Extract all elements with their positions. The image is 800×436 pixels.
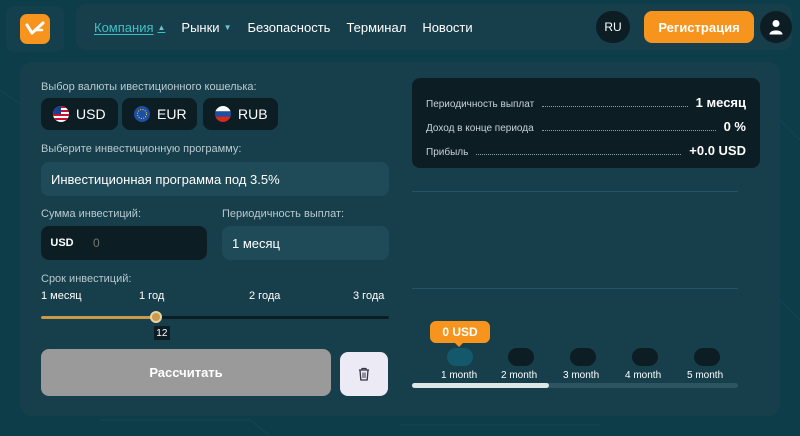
- chart-gridline: [412, 288, 738, 289]
- nav-item-label: Новости: [422, 19, 473, 35]
- dropdown-arrow-icon: ▲: [157, 22, 166, 32]
- summary-value: 0 %: [723, 119, 746, 134]
- dotted-leader: [542, 106, 688, 107]
- currency-label: Выбор валюты ивестиционного кошелька:: [41, 81, 257, 93]
- chart-bar[interactable]: [447, 348, 473, 366]
- nav-menu: Компания ▲ Рынки ▼ Безопасность Терминал…: [94, 20, 489, 35]
- nav-item-terminal[interactable]: Терминал: [346, 20, 406, 35]
- nav-item-label: Рынки: [181, 19, 220, 35]
- us-flag-icon: [53, 106, 69, 122]
- summary-row: Прибыль +0.0 USD: [426, 140, 746, 158]
- chart-x-label: 5 month: [687, 370, 724, 381]
- term-tick: 1 год: [139, 290, 165, 302]
- nav-item-company[interactable]: Компания ▲: [94, 20, 165, 35]
- user-icon: [769, 20, 783, 35]
- nav-item-security[interactable]: Безопасность: [248, 20, 331, 35]
- logo-container[interactable]: [6, 6, 64, 52]
- chart-bar[interactable]: [632, 348, 658, 366]
- term-slider-thumb[interactable]: [149, 311, 162, 323]
- summary-label: Доход в конце периода: [426, 123, 534, 134]
- chart-x-label: 2 month: [501, 370, 538, 381]
- chart-bar[interactable]: [570, 348, 596, 366]
- trash-icon: [359, 367, 369, 381]
- program-select[interactable]: Инвестиционная программа под 3.5%: [41, 162, 389, 196]
- term-slider-track[interactable]: [41, 316, 389, 319]
- amount-label: Сумма инвестиций:: [41, 208, 142, 220]
- top-navigation: Компания ▲ Рынки ▼ Безопасность Терминал…: [76, 4, 792, 50]
- term-slider-value: 12: [153, 326, 170, 340]
- dropdown-arrow-icon: ▼: [223, 22, 232, 32]
- currency-code: USD: [76, 106, 106, 122]
- ru-flag-icon: [215, 106, 231, 122]
- amount-currency-tag: USD: [41, 226, 83, 260]
- investment-calculator: Выбор валюты ивестиционного кошелька: US…: [20, 62, 780, 416]
- nav-item-label: Компания: [94, 19, 154, 35]
- chart-x-label: 1 month: [441, 370, 478, 381]
- term-tick: 2 года: [249, 290, 281, 302]
- nav-item-label: Терминал: [346, 19, 407, 35]
- program-value: Инвестиционная программа под 3.5%: [51, 171, 280, 187]
- eu-flag-icon: [134, 106, 150, 122]
- chart-gridline: [412, 191, 738, 192]
- summary-value: 1 месяц: [695, 95, 746, 110]
- language-switcher[interactable]: RU: [596, 11, 630, 43]
- period-label: Периодичность выплат:: [222, 208, 345, 220]
- dotted-leader: [476, 154, 682, 155]
- currency-usd-button[interactable]: USD: [41, 98, 118, 130]
- currency-rub-button[interactable]: RUB: [203, 98, 278, 130]
- summary-row: Периодичность выплат 1 месяц: [426, 92, 746, 110]
- program-label: Выберите инвестиционную программу:: [41, 143, 242, 155]
- user-account-button[interactable]: [760, 11, 792, 43]
- summary-label: Прибыль: [426, 147, 469, 158]
- nav-item-news[interactable]: Новости: [422, 20, 472, 35]
- currency-eur-button[interactable]: EUR: [122, 98, 197, 130]
- summary-row: Доход в конце периода 0 %: [426, 116, 746, 134]
- calculation-summary: Периодичность выплат 1 месяц Доход в кон…: [412, 78, 760, 168]
- currency-code: RUB: [238, 106, 268, 122]
- logo-icon: [20, 14, 50, 44]
- clear-button[interactable]: [340, 352, 388, 396]
- chart-tooltip: 0 USD: [430, 321, 490, 343]
- summary-label: Периодичность выплат: [426, 99, 535, 110]
- calculate-button[interactable]: Рассчитать: [41, 349, 331, 396]
- term-tick: 3 года: [353, 290, 385, 302]
- period-select[interactable]: 1 месяц: [222, 226, 389, 260]
- summary-value: +0.0 USD: [689, 143, 746, 158]
- chart-x-label: 4 month: [625, 370, 662, 381]
- term-tick: 1 месяц: [41, 290, 82, 302]
- chart-bar[interactable]: [694, 348, 720, 366]
- tooltip-arrow: [454, 342, 464, 347]
- register-button[interactable]: Регистрация: [644, 11, 754, 43]
- chart-scrollbar[interactable]: [412, 383, 738, 388]
- term-label: Срок инвестиций:: [41, 273, 132, 285]
- dotted-leader: [541, 130, 716, 131]
- chart-bar[interactable]: [508, 348, 534, 366]
- term-slider-fill: [41, 316, 156, 319]
- period-value: 1 месяц: [232, 235, 280, 251]
- nav-item-markets[interactable]: Рынки ▼: [181, 20, 231, 35]
- chart-x-label: 3 month: [563, 370, 600, 381]
- chart-scrollbar-thumb[interactable]: [412, 383, 549, 388]
- amount-input[interactable]: [83, 226, 207, 260]
- nav-item-label: Безопасность: [247, 19, 331, 35]
- currency-code: EUR: [157, 106, 187, 122]
